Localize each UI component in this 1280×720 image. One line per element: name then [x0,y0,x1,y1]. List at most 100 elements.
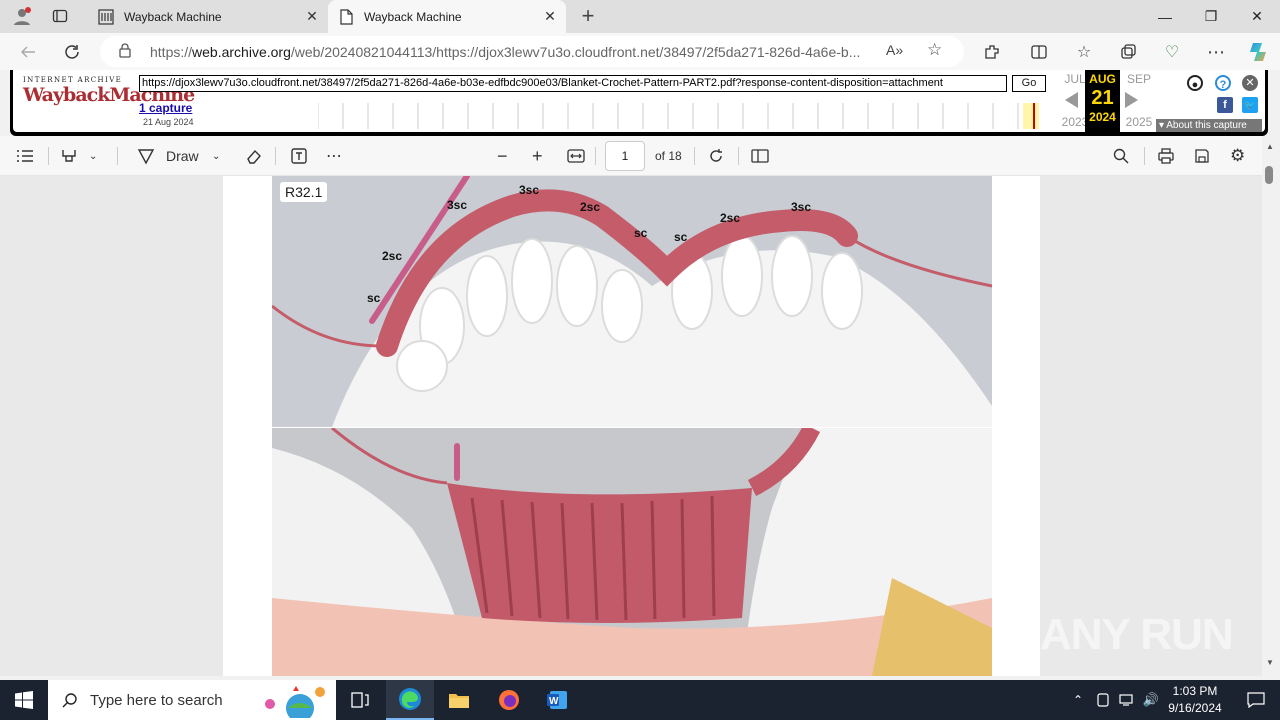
wayback-url-input[interactable]: https://djox3lewv7u3o.cloudfront.net/384… [139,75,1007,92]
capture-sparkline[interactable] [318,103,1051,129]
page-number-input[interactable]: 1 [605,141,645,171]
logo-top-text: INTERNET ARCHIVE [23,76,123,84]
highlight-dropdown-icon[interactable]: ⌄ [89,144,97,168]
network-icon[interactable] [1116,680,1138,720]
copilot-icon[interactable] [1246,40,1270,64]
next-month[interactable]: SEP [1119,72,1159,86]
stitch-label: sc [367,291,381,305]
favorite-star-icon[interactable]: ☆ [927,40,942,60]
draw-dropdown-icon[interactable]: ⌄ [212,144,220,168]
favorites-icon[interactable]: ☆ [1072,40,1096,64]
pdf-page: R32.1 sc 2sc 3sc 3sc 2sc sc sc 2sc 3sc [223,176,1040,676]
stitch-label: 2sc [580,200,601,214]
clock-date: 9/16/2024 [1168,701,1222,715]
notifications-icon[interactable] [1232,680,1280,720]
tab-strip: Wayback Machine ✕ Wayback Machine ✕ + — … [0,0,1280,33]
anyrun-watermark: ANY RUN [1040,610,1234,659]
refresh-icon[interactable] [60,40,84,64]
taskbar: Type here to search W ⌃ 🔊 1:03 PM 9/16/2… [0,680,1280,720]
save-icon[interactable] [1194,144,1210,168]
lock-icon[interactable] [118,42,138,61]
draw-icon[interactable] [137,144,155,168]
tab-wayback-2[interactable]: Wayback Machine ✕ [328,0,566,33]
windows-start-icon[interactable] [0,680,48,720]
extensions-icon[interactable] [980,40,1004,64]
separator [117,147,118,165]
settings-more-icon[interactable]: ⋯ [1204,40,1228,64]
pdf-settings-gear-icon[interactable]: ⚙ [1230,144,1245,168]
fit-width-icon[interactable] [567,144,585,168]
device-icon[interactable] [1092,680,1114,720]
facebook-icon[interactable]: f [1217,97,1233,113]
wayback-favicon-icon [98,8,114,25]
close-window-button[interactable]: ✕ [1234,0,1280,33]
scroll-down-icon[interactable]: ▼ [1266,658,1274,667]
current-day: 21 [1091,87,1114,109]
next-capture-arrow-icon[interactable] [1125,92,1138,108]
back-icon[interactable] [16,40,40,64]
taskbar-search-input[interactable]: Type here to search [48,680,336,720]
wayback-logo[interactable]: INTERNET ARCHIVE WaybackMachine [23,76,195,124]
prev-capture-arrow-icon[interactable] [1065,92,1078,108]
stitch-label: 2sc [720,211,741,225]
next-year[interactable]: 2025 [1119,115,1159,129]
close-toolbar-icon[interactable]: ✕ [1242,75,1258,91]
close-tab-icon[interactable]: ✕ [542,8,558,24]
firefox-icon[interactable] [485,680,533,720]
zoom-out-icon[interactable]: − [497,144,508,168]
print-icon[interactable] [1157,144,1175,168]
scroll-up-icon[interactable]: ▲ [1266,142,1274,151]
contents-icon[interactable] [16,144,34,168]
zoom-in-icon[interactable]: + [532,144,543,168]
read-aloud-icon[interactable]: A» [886,42,903,58]
url-text: https://web.archive.org/web/202408210441… [150,43,860,60]
about-capture-button[interactable]: ▾ About this capture [1156,119,1262,132]
volume-icon[interactable]: 🔊 [1140,680,1162,720]
about-label: About this capture [1166,120,1247,131]
word-icon[interactable]: W [533,680,581,720]
eraser-icon[interactable] [245,144,263,168]
collections-icon[interactable] [1116,40,1140,64]
pdf-toolbar: ⌄ Draw ⌄ ⋯ − + 1 of 18 ⚙ [0,136,1280,176]
show-hidden-icons-icon[interactable]: ⌃ [1066,680,1090,720]
task-view-icon[interactable] [336,680,384,720]
twitter-icon[interactable]: 🐦 [1242,97,1258,113]
scrollbar-thumb[interactable] [1265,166,1273,184]
new-tab-button[interactable]: + [576,3,600,28]
row-label: R32.1 [280,182,328,202]
minimize-button[interactable]: — [1142,0,1188,33]
wayback-toolbar: INTERNET ARCHIVE WaybackMachine https://… [10,70,1268,136]
highlight-icon[interactable] [60,144,78,168]
pdf-viewport[interactable]: R32.1 sc 2sc 3sc 3sc 2sc sc sc 2sc 3sc [0,176,1262,676]
search-icon[interactable] [1113,144,1129,168]
tab-title: Wayback Machine [124,9,222,24]
split-screen-icon[interactable] [1027,40,1051,64]
help-icon[interactable]: ? [1215,75,1231,91]
tab-wayback-1[interactable]: Wayback Machine ✕ [88,0,328,33]
crochet-photo-bottom [272,428,992,676]
svg-text:W: W [549,696,559,707]
stitch-label: 3sc [519,183,540,197]
search-placeholder: Type here to search [90,691,223,709]
taskbar-clock[interactable]: 1:03 PM 9/16/2024 [1162,683,1228,717]
user-account-icon[interactable]: ● [1187,75,1203,91]
draw-button[interactable]: Draw [166,144,199,168]
more-tools-icon[interactable]: ⋯ [326,144,342,168]
go-button[interactable]: Go [1012,75,1046,92]
file-explorer-icon[interactable] [435,680,483,720]
vertical-scrollbar[interactable]: ▲ ▼ [1262,136,1280,676]
capture-date: 21 Aug 2024 [143,117,194,127]
page-total: of 18 [655,149,682,163]
rotate-icon[interactable] [707,144,725,168]
profile-icon[interactable] [10,4,34,28]
page-view-icon[interactable] [751,144,769,168]
restore-button[interactable]: ❐ [1188,0,1234,33]
url-field[interactable]: https://web.archive.org/web/202408210441… [100,36,964,67]
text-box-icon[interactable] [290,144,308,168]
edge-taskbar-icon[interactable] [386,680,434,720]
logo-main-text: WaybackMachine [23,84,195,106]
tab-actions-icon[interactable] [48,4,72,28]
captures-link[interactable]: 1 capture [139,101,192,115]
browser-essentials-icon[interactable]: ♡ [1160,40,1184,64]
close-tab-icon[interactable]: ✕ [304,8,320,24]
